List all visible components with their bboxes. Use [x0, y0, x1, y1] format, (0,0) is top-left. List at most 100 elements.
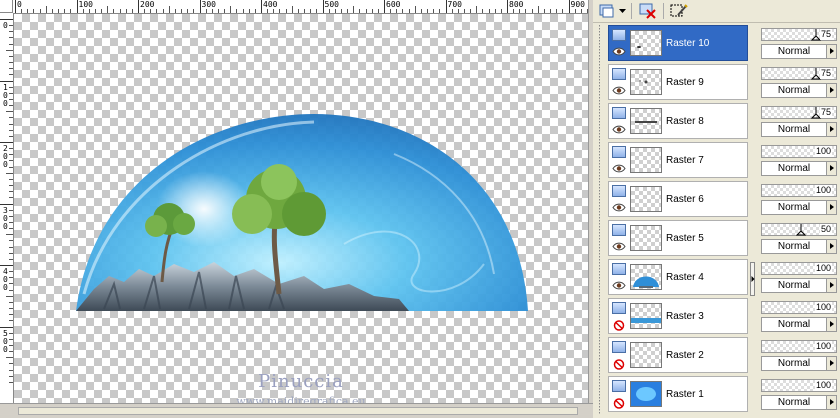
- layer-item[interactable]: Raster 1: [608, 376, 748, 412]
- blend-mode-select[interactable]: Normal: [761, 317, 827, 332]
- visibility-eye-icon[interactable]: [612, 242, 626, 251]
- opacity-slider[interactable]: 75: [761, 106, 837, 119]
- ruler-minor-tick: [45, 6, 47, 13]
- blend-mode-arrow-button[interactable]: [826, 44, 837, 59]
- opacity-slider[interactable]: 75: [761, 67, 837, 80]
- opacity-slider[interactable]: 50: [761, 223, 837, 236]
- ruler-minor-tick: [402, 9, 404, 13]
- blend-mode-arrow-button[interactable]: [826, 239, 837, 254]
- edit-selection-button[interactable]: [669, 2, 689, 20]
- hidden-layer-icon[interactable]: [612, 359, 626, 370]
- ruler-minor-tick: [39, 9, 41, 13]
- ruler-major-tick: [0, 142, 13, 143]
- layer-properties: 50 Normal: [761, 220, 837, 256]
- ruler-minor-tick: [9, 320, 13, 322]
- visibility-eye-icon[interactable]: [612, 203, 626, 212]
- hidden-layer-icon[interactable]: [612, 398, 626, 409]
- ruler-minor-tick: [488, 9, 490, 13]
- layer-item[interactable]: Raster 10: [608, 25, 748, 61]
- scrollbar-track[interactable]: [18, 407, 578, 415]
- splitter-grip[interactable]: [750, 262, 755, 296]
- ruler-minor-tick: [9, 92, 13, 94]
- hidden-layer-icon[interactable]: [612, 320, 626, 331]
- blend-mode-arrow-button[interactable]: [826, 200, 837, 215]
- layer-thumbnail: [630, 69, 662, 95]
- ruler-minor-tick: [500, 9, 502, 13]
- ruler-minor-tick: [408, 9, 410, 13]
- blend-mode-select[interactable]: Normal: [761, 122, 827, 137]
- layer-name: Raster 7: [666, 155, 704, 166]
- opacity-slider[interactable]: 100: [761, 340, 837, 353]
- ruler-minor-tick: [9, 301, 13, 303]
- raster-layer-icon: [612, 302, 626, 314]
- raster-layer-icon: [612, 341, 626, 353]
- ruler-major-tick: [0, 203, 13, 205]
- visibility-eye-icon[interactable]: [612, 281, 626, 290]
- ruler-label: 300: [201, 0, 216, 9]
- ruler-major-tick: [322, 0, 324, 13]
- layer-item[interactable]: Raster 2: [608, 337, 748, 373]
- opacity-slider[interactable]: 100: [761, 301, 837, 314]
- new-layer-button[interactable]: [597, 2, 617, 20]
- blend-mode-arrow-button[interactable]: [826, 161, 837, 176]
- blend-mode-select[interactable]: Normal: [761, 395, 827, 410]
- layer-item[interactable]: Raster 9: [608, 64, 748, 100]
- opacity-slider[interactable]: 100: [761, 379, 837, 392]
- visibility-eye-icon[interactable]: [612, 164, 626, 173]
- layer-properties: 75 Normal: [761, 103, 837, 139]
- layer-properties: 75 Normal: [761, 64, 837, 100]
- opacity-slider-thumb-icon[interactable]: [796, 224, 806, 236]
- visibility-eye-icon[interactable]: [612, 125, 626, 134]
- visibility-eye-icon[interactable]: [612, 86, 626, 95]
- ruler-label: 600: [386, 0, 401, 9]
- image-canvas[interactable]: Pinuccia www.maidiregrafica.eu: [14, 14, 588, 403]
- ruler-major-tick: [261, 0, 262, 13]
- ruler-label: 700: [447, 0, 462, 9]
- ruler-minor-tick: [6, 49, 13, 51]
- opacity-slider[interactable]: 100: [761, 262, 837, 275]
- ruler-minor-tick: [9, 43, 13, 45]
- blend-mode-arrow-button[interactable]: [826, 122, 837, 137]
- ruler-minor-tick: [9, 314, 13, 316]
- ruler-minor-tick: [9, 105, 13, 107]
- opacity-value: 75: [819, 107, 832, 118]
- opacity-slider[interactable]: 75: [761, 28, 837, 41]
- blend-mode-arrow-button[interactable]: [826, 395, 837, 410]
- blend-mode-arrow-button[interactable]: [826, 356, 837, 371]
- opacity-slider[interactable]: 100: [761, 184, 837, 197]
- ruler-minor-tick: [254, 9, 256, 13]
- blend-mode-arrow-button[interactable]: [826, 83, 837, 98]
- blend-mode-select[interactable]: Normal: [761, 83, 827, 98]
- new-layer-dropdown[interactable]: [617, 2, 627, 20]
- blend-mode-select[interactable]: Normal: [761, 44, 827, 59]
- ruler-minor-tick: [224, 9, 226, 13]
- layer-name: Raster 8: [666, 116, 704, 127]
- layer-item[interactable]: Raster 4: [608, 259, 748, 295]
- blend-mode-select[interactable]: Normal: [761, 239, 827, 254]
- ruler-minor-tick: [9, 74, 13, 76]
- ruler-minor-tick: [174, 9, 176, 13]
- layer-properties: 100 Normal: [761, 181, 837, 217]
- blend-mode-arrow-button[interactable]: [826, 278, 837, 293]
- ruler-minor-tick: [248, 9, 250, 13]
- blend-mode-select[interactable]: Normal: [761, 161, 827, 176]
- ruler-minor-tick: [9, 86, 13, 88]
- layer-name: Raster 6: [666, 194, 704, 205]
- blend-mode-select[interactable]: Normal: [761, 278, 827, 293]
- layer-thumbnail: [630, 381, 662, 407]
- visibility-eye-icon[interactable]: [612, 47, 626, 56]
- layer-item[interactable]: Raster 5: [608, 220, 748, 256]
- ruler-minor-tick: [537, 6, 539, 13]
- layer-item[interactable]: Raster 6: [608, 181, 748, 217]
- opacity-slider[interactable]: 100: [761, 145, 837, 158]
- ruler-minor-tick: [9, 252, 13, 254]
- layer-item[interactable]: Raster 7: [608, 142, 748, 178]
- blend-mode-arrow-button[interactable]: [826, 317, 837, 332]
- layer-item[interactable]: Raster 3: [608, 298, 748, 334]
- delete-layer-button[interactable]: [638, 2, 658, 20]
- blend-mode-select[interactable]: Normal: [761, 356, 827, 371]
- blend-mode-select[interactable]: Normal: [761, 200, 827, 215]
- layer-item[interactable]: Raster 8: [608, 103, 748, 139]
- horizontal-scrollbar[interactable]: [0, 403, 593, 418]
- palette-splitter[interactable]: [748, 25, 756, 417]
